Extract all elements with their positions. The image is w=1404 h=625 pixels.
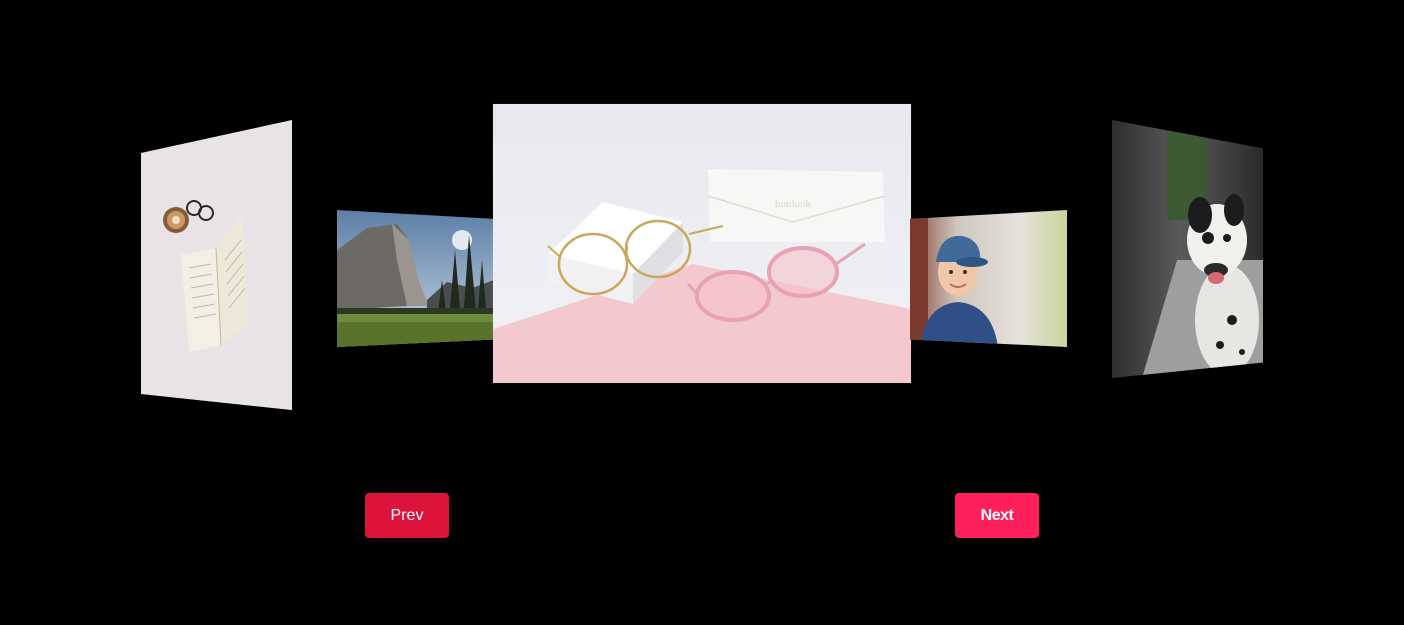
carousel-slide-dog[interactable] — [1112, 120, 1263, 378]
prev-button[interactable]: Prev — [365, 493, 449, 538]
glasses-image: bonlook — [493, 104, 911, 383]
next-button[interactable]: Next — [955, 493, 1039, 538]
carousel-slide-boy[interactable] — [910, 210, 1067, 347]
carousel-stage: bonlook Prev Next — [0, 0, 1404, 625]
boy-image — [910, 210, 1067, 347]
carousel-slide-mountain[interactable] — [337, 210, 494, 347]
book-coffee-image — [141, 120, 292, 410]
case-brand-text: bonlook — [775, 198, 812, 210]
dog-image — [1112, 120, 1263, 378]
mountain-image — [337, 210, 494, 347]
carousel-slide-glasses-active[interactable]: bonlook — [493, 104, 911, 383]
carousel-slide-book-coffee[interactable] — [141, 120, 292, 410]
